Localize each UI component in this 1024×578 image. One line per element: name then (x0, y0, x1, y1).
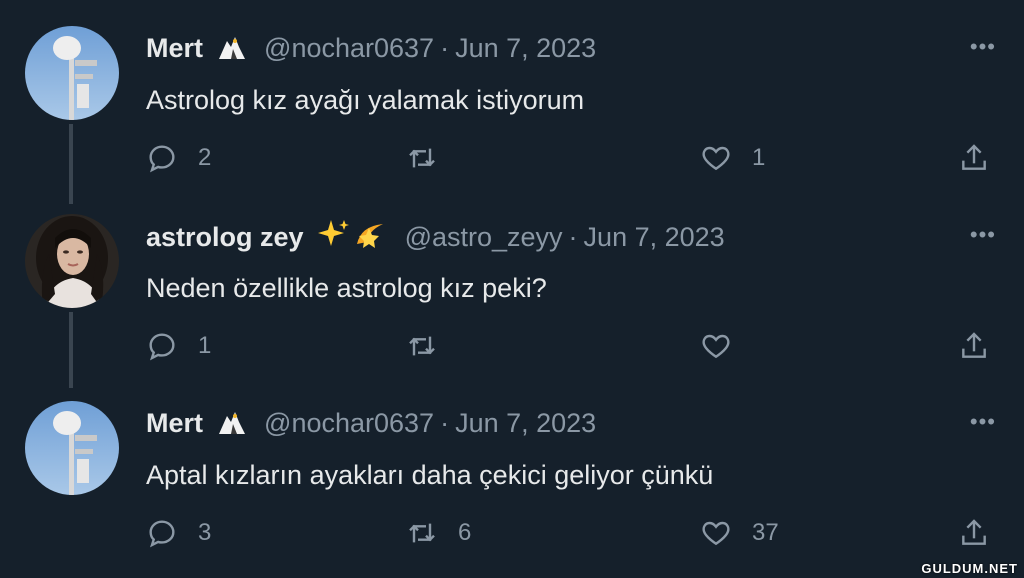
retweet-icon (409, 523, 435, 543)
like-count: 37 (752, 519, 779, 546)
watermark: GULDUM.NET (921, 561, 1018, 576)
eagle-icon (217, 409, 247, 445)
retweet-button[interactable] (406, 142, 458, 174)
separator-dot: · (568, 222, 578, 252)
tweet[interactable]: Mert @nochar0637 · Jun 7, 2023 ••• Aptal k… (0, 375, 1024, 565)
avatar[interactable] (25, 26, 119, 120)
more-options-icon[interactable]: ••• (970, 222, 996, 248)
separator-dot: · (440, 33, 450, 63)
retweet-button[interactable] (406, 330, 458, 362)
share-icon (962, 519, 986, 545)
display-name[interactable]: Mert (146, 33, 203, 63)
like-button[interactable]: 37 (700, 517, 779, 549)
reply-count: 2 (198, 144, 212, 171)
retweet-icon (409, 336, 435, 356)
separator-dot: · (440, 408, 450, 438)
tweet-date[interactable]: Jun 7, 2023 (455, 33, 596, 63)
like-count: 1 (752, 144, 766, 171)
user-handle[interactable]: @nochar0637 (264, 408, 434, 438)
like-button[interactable] (700, 330, 752, 362)
share-icon (962, 144, 986, 170)
tweet-header: astrolog zey @astro_zeyy · Jun 7, 2023 (146, 218, 725, 259)
tweet-header: Mert @nochar0637 · Jun 7, 2023 (146, 30, 596, 70)
user-handle[interactable]: @nochar0637 (264, 33, 434, 63)
retweet-icon (409, 148, 435, 168)
avatar[interactable] (25, 401, 119, 495)
tweet-actions: 1 (146, 330, 996, 370)
share-button[interactable] (958, 517, 990, 549)
display-name[interactable]: Mert (146, 408, 203, 438)
tweet-text: Aptal kızların ayakları daha çekici geli… (146, 460, 714, 490)
heart-icon (702, 334, 730, 359)
more-options-icon[interactable]: ••• (970, 409, 996, 435)
heart-icon (702, 521, 730, 546)
reply-button[interactable]: 1 (146, 330, 211, 362)
display-name[interactable]: astrolog zey (146, 222, 304, 252)
tweet-date[interactable]: Jun 7, 2023 (455, 408, 596, 438)
reply-button[interactable]: 3 (146, 517, 211, 549)
tweet-actions: 2 1 (146, 142, 996, 182)
eagle-icon (217, 34, 247, 70)
tweet[interactable]: Mert @nochar0637 · Jun 7, 2023 ••• Astrolo… (0, 0, 1024, 204)
retweet-count: 6 (458, 519, 472, 546)
share-button[interactable] (958, 330, 990, 362)
retweet-button[interactable]: 6 (406, 517, 471, 549)
reply-icon (149, 145, 175, 173)
tweet-header: Mert @nochar0637 · Jun 7, 2023 (146, 405, 596, 445)
reply-icon (149, 333, 175, 361)
share-button[interactable] (958, 142, 990, 174)
avatar[interactable] (25, 214, 119, 308)
share-icon (962, 332, 986, 358)
heart-icon (702, 146, 730, 171)
sparkles-icon (317, 218, 387, 259)
tweet-text: Astrolog kız ayağı yalamak istiyorum (146, 85, 585, 115)
reply-count: 3 (198, 519, 212, 546)
reply-button[interactable]: 2 (146, 142, 211, 174)
reply-icon (149, 520, 175, 548)
more-options-icon[interactable]: ••• (970, 34, 996, 60)
user-handle[interactable]: @astro_zeyy (405, 222, 563, 252)
tweet[interactable]: astrolog zey @astro_zeyy · Jun 7, 2023 •••… (0, 188, 1024, 388)
tweet-actions: 3 6 37 (146, 517, 996, 557)
tweet-date[interactable]: Jun 7, 2023 (584, 222, 725, 252)
like-button[interactable]: 1 (700, 142, 765, 174)
reply-count: 1 (198, 332, 212, 359)
tweet-thread: Mert @nochar0637 · Jun 7, 2023 ••• Astrolo… (0, 0, 1024, 578)
tweet-text: Neden özellikle astrolog kız peki? (146, 273, 547, 303)
